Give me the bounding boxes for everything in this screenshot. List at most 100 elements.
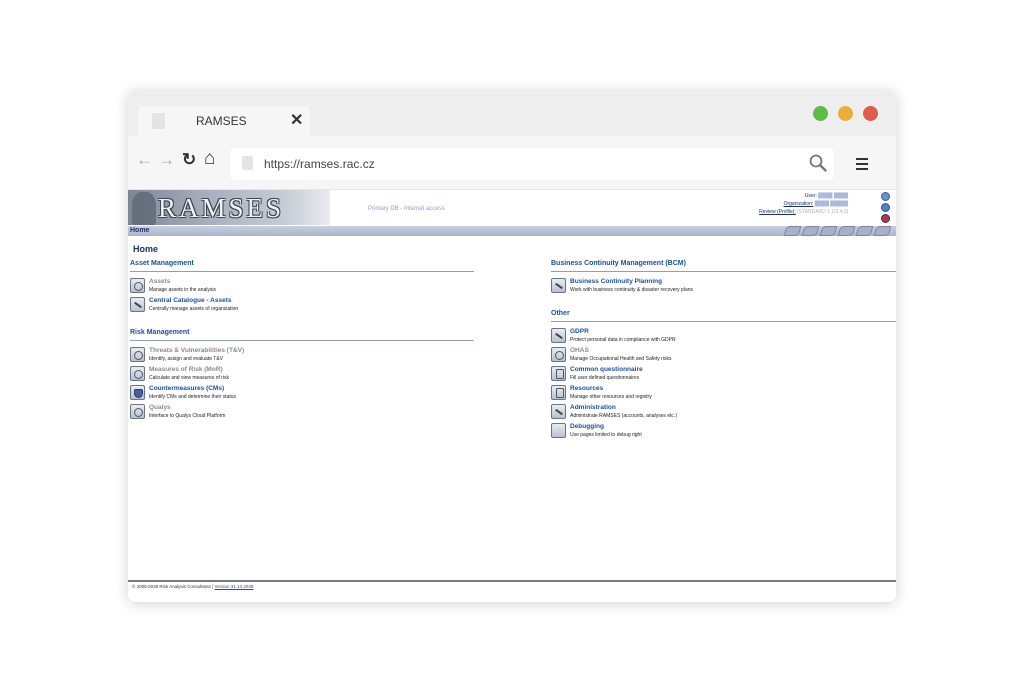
menu-icon[interactable] [856, 158, 868, 173]
navigation-bar: Home [128, 226, 896, 236]
item-name[interactable]: Business Continuity Planning [570, 278, 662, 285]
item-description: Interface to Qualys Cloud Platform [149, 413, 226, 419]
home-icon[interactable]: ⌂ [204, 148, 215, 170]
ramses-page: RAMSES Primary DB - Internet access User… [128, 190, 896, 602]
debugging-icon [551, 423, 566, 438]
item-name[interactable]: Assets [149, 278, 170, 285]
logout-icon[interactable] [881, 192, 890, 201]
shield-icon [130, 385, 145, 400]
minimize-window-button[interactable] [838, 106, 853, 121]
page-title: Home [133, 244, 159, 254]
version-link[interactable]: Version 31.10.2038 [215, 584, 254, 589]
menu-item-ohas[interactable]: OHAS Manage Occupational Health and Safe… [551, 347, 851, 365]
section-title-other: Other [551, 310, 570, 317]
forward-icon[interactable]: → [158, 150, 175, 170]
search-icon[interactable] [808, 153, 828, 173]
resources-icon [551, 385, 566, 400]
menu-item-measures-of-risk[interactable]: Measures of Risk (MoR) Calculate and vie… [130, 366, 430, 384]
close-window-button[interactable] [863, 106, 878, 121]
user-info: User: ████ ████ Organization: ████ █████… [708, 192, 848, 216]
menu-item-resources[interactable]: Resources Manage other resources and reg… [551, 385, 851, 403]
item-name[interactable]: Common questionnaire [570, 366, 643, 373]
review-profile-value: [STANDARD 1.1/3.4.0] [797, 209, 848, 215]
database-info: Primary DB - Internet access [368, 206, 445, 212]
menu-item-common-questionnaire[interactable]: Common questionnaire Fill user defined q… [551, 366, 851, 384]
catalogue-tools-icon [130, 297, 145, 312]
divider [551, 321, 896, 322]
menu-item-qualys[interactable]: Qualys Interface to Qualys Cloud Platfor… [130, 404, 430, 422]
item-name[interactable]: GDPR [570, 328, 589, 335]
ramses-logo[interactable]: RAMSES [128, 190, 330, 225]
section-title-asset-management: Asset Management [130, 260, 194, 267]
item-name[interactable]: OHAS [570, 347, 589, 354]
browser-tab[interactable]: RAMSES ✕ [138, 106, 310, 136]
assets-icon [130, 278, 145, 293]
statue-image [132, 192, 156, 225]
item-description: Identify CMs and determine their status [149, 394, 236, 400]
item-name[interactable]: Debugging [570, 423, 604, 430]
menu-item-central-catalogue[interactable]: Central Catalogue - Assets Centrally man… [130, 297, 430, 315]
item-name[interactable]: Threats & Vulnerabilities (T&V) [149, 347, 244, 354]
menu-item-administration[interactable]: Administration Administrate RAMSES (acco… [551, 404, 851, 422]
menu-item-threats-vulnerabilities[interactable]: Threats & Vulnerabilities (T&V) Identify… [130, 347, 430, 365]
copyright-text: © 2005-2038 Risk Analysis Consultants | [132, 584, 214, 589]
item-description: Protect personal data in compliance with… [570, 337, 676, 343]
item-description: Manage assets in the analysis [149, 287, 216, 293]
measures-icon [130, 366, 145, 381]
item-description: Administrate RAMSES (accounts, analyses … [570, 413, 677, 419]
organization-link[interactable]: Organization: [784, 201, 814, 207]
app-header: RAMSES Primary DB - Internet access User… [128, 190, 896, 226]
reload-icon[interactable]: ↻ [182, 150, 196, 170]
item-description: Identify, assign and evaluate T&V [149, 356, 224, 362]
menu-item-business-continuity-planning[interactable]: Business Continuity Planning Work with b… [551, 278, 851, 296]
back-icon[interactable]: ← [136, 150, 153, 170]
user-label: User: [804, 193, 817, 199]
menu-item-gdpr[interactable]: GDPR Protect personal data in compliance… [551, 328, 851, 346]
language-flag-icon[interactable] [881, 214, 890, 223]
maximize-window-button[interactable] [813, 106, 828, 121]
tab-bar: RAMSES ✕ [128, 90, 896, 136]
page-icon [152, 113, 165, 129]
help-icon[interactable] [881, 203, 890, 212]
item-description: Work with business continuity & disaster… [570, 287, 694, 293]
item-description: Fill user defined questionnaires [570, 375, 640, 381]
menu-item-assets[interactable]: Assets Manage assets in the analysis [130, 278, 430, 296]
item-description: Use pages limited to debug right [570, 432, 642, 438]
questionnaire-icon [551, 366, 566, 381]
browser-window: RAMSES ✕ ← → ↻ ⌂ https://ramses.rac.cz R… [128, 90, 896, 602]
item-name[interactable]: Central Catalogue - Assets [149, 297, 231, 304]
item-description: Centrally manage assets of organization [149, 306, 239, 312]
divider [130, 271, 474, 272]
nav-tab[interactable] [783, 226, 802, 236]
item-name[interactable]: Qualys [149, 404, 171, 411]
section-title-bcm: Business Continuity Management (BCM) [551, 260, 686, 267]
menu-item-countermeasures[interactable]: Countermeasures (CMs) Identify CMs and d… [130, 385, 430, 403]
menu-item-debugging[interactable]: Debugging Use pages limited to debug rig… [551, 423, 851, 441]
nav-tab[interactable] [837, 226, 856, 236]
item-name[interactable]: Measures of Risk (MoR) [149, 366, 223, 373]
review-profile-link[interactable]: Review (Profile): [759, 209, 796, 215]
item-name[interactable]: Countermeasures (CMs) [149, 385, 224, 392]
nav-tab[interactable] [801, 226, 820, 236]
nav-tab[interactable] [819, 226, 838, 236]
qualys-icon [130, 404, 145, 419]
tab-title: RAMSES [196, 114, 247, 128]
threats-icon [130, 347, 145, 362]
address-bar[interactable]: https://ramses.rac.cz [230, 148, 834, 180]
planning-tools-icon [551, 278, 566, 293]
close-tab-icon[interactable]: ✕ [290, 110, 303, 130]
nav-tab[interactable] [873, 226, 892, 236]
organization-value: ████ █████ [814, 201, 848, 207]
browser-toolbar: ← → ↻ ⌂ https://ramses.rac.cz [128, 136, 896, 190]
item-name[interactable]: Administration [570, 404, 616, 411]
item-description: Manage other resources and registry [570, 394, 652, 400]
footer-divider [128, 580, 896, 582]
nav-home-link[interactable]: Home [130, 227, 149, 234]
user-value: ████ ████ [818, 193, 848, 199]
page-icon [242, 156, 253, 170]
item-name[interactable]: Resources [570, 385, 603, 392]
nav-tab[interactable] [855, 226, 874, 236]
footer: © 2005-2038 Risk Analysis Consultants | … [132, 584, 253, 589]
administration-tools-icon [551, 404, 566, 419]
url-text[interactable]: https://ramses.rac.cz [264, 157, 375, 171]
